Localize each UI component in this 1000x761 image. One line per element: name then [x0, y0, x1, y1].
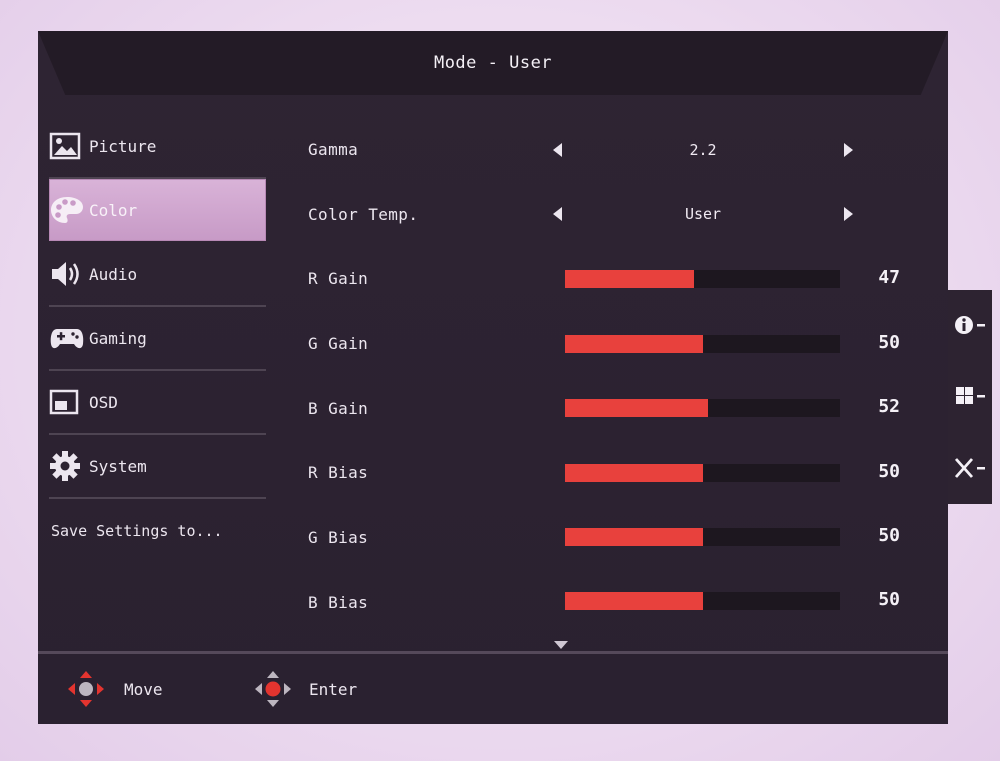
slider-fill	[565, 528, 703, 546]
sidebar-item-picture[interactable]: Picture	[49, 115, 266, 179]
gamma-selector[interactable]: 2.2	[553, 135, 853, 165]
g-gain-label: G Gain	[308, 333, 369, 353]
b-bias-value: 50	[878, 589, 900, 610]
gear-icon	[49, 449, 89, 483]
dpad-enter-icon	[253, 669, 293, 709]
save-settings-label: Save Settings to...	[51, 522, 223, 540]
sidebar-item-label: Gaming	[89, 328, 147, 348]
b-gain-label: B Gain	[308, 398, 369, 418]
arrow-left-icon[interactable]	[553, 207, 562, 221]
r-bias-slider[interactable]	[565, 464, 840, 482]
footer-hints: Move Enter	[38, 651, 948, 724]
osd-title-bar: Mode - User	[38, 31, 948, 95]
menu-grid-icon	[953, 385, 987, 407]
arrow-left-icon[interactable]	[553, 143, 562, 157]
slider-fill	[565, 270, 695, 288]
b-gain-value: 52	[878, 396, 900, 417]
slider-fill	[565, 335, 703, 353]
hotkey-side-panel	[948, 290, 992, 504]
b-bias-slider[interactable]	[565, 592, 840, 610]
arrow-right-icon[interactable]	[844, 207, 853, 221]
settings-labels: Gamma Color Temp. R Gain G Gain B Gain R…	[308, 117, 418, 635]
page-title: Mode - User	[433, 53, 553, 73]
gamma-value: 2.2	[689, 141, 717, 159]
sidebar-item-label: System	[89, 456, 147, 476]
palette-icon	[49, 193, 89, 227]
dpad-move-icon	[66, 669, 106, 709]
enter-label: Enter	[309, 679, 358, 699]
enter-hint: Enter	[253, 654, 357, 724]
color-temp-selector[interactable]: User	[553, 199, 853, 229]
g-bias-slider[interactable]	[565, 528, 840, 546]
sidebar-nav: Picture Color Audio Gaming OSD System Sa…	[49, 118, 266, 563]
info-button[interactable]	[953, 314, 987, 336]
arrow-right-icon[interactable]	[844, 143, 853, 157]
color-temp-value: User	[684, 205, 722, 223]
close-icon	[953, 456, 987, 480]
sidebar-item-label: Color	[89, 200, 138, 220]
slider-fill	[565, 592, 703, 610]
color-temp-label: Color Temp.	[308, 204, 419, 224]
info-icon	[953, 314, 987, 336]
speaker-icon	[49, 257, 89, 291]
move-label: Move	[124, 679, 163, 699]
g-bias-label: G Bias	[308, 527, 369, 547]
r-gain-value: 47	[878, 267, 900, 288]
r-bias-label: R Bias	[308, 463, 369, 483]
sidebar-item-label: OSD	[89, 392, 118, 412]
b-gain-slider[interactable]	[565, 399, 840, 417]
b-bias-label: B Bias	[308, 592, 369, 612]
gamma-label: Gamma	[308, 139, 359, 159]
sidebar-item-audio[interactable]: Audio	[49, 243, 266, 307]
sidebar-item-color[interactable]: Color	[49, 179, 266, 241]
slider-fill	[565, 464, 703, 482]
sidebar-item-gaming[interactable]: Gaming	[49, 307, 266, 371]
sidebar-item-system[interactable]: System	[49, 435, 266, 499]
g-bias-value: 50	[878, 525, 900, 546]
osd-window-icon	[49, 385, 89, 419]
move-hint: Move	[66, 654, 163, 724]
sidebar-item-osd[interactable]: OSD	[49, 371, 266, 435]
sidebar-item-label: Picture	[89, 136, 157, 156]
r-gain-label: R Gain	[308, 269, 369, 289]
r-gain-slider[interactable]	[565, 270, 840, 288]
close-button[interactable]	[953, 456, 987, 480]
g-gain-value: 50	[878, 332, 900, 353]
osd-menu: Mode - User Picture Color Audio Gaming O…	[38, 31, 948, 724]
g-gain-slider[interactable]	[565, 335, 840, 353]
sidebar-item-label: Audio	[89, 264, 138, 284]
gamepad-icon	[49, 321, 89, 355]
scroll-down-icon[interactable]	[554, 641, 568, 649]
picture-icon	[49, 129, 89, 163]
save-settings-item[interactable]: Save Settings to...	[49, 499, 266, 563]
r-bias-value: 50	[878, 461, 900, 482]
slider-fill	[565, 399, 708, 417]
menu-button[interactable]	[953, 385, 987, 407]
